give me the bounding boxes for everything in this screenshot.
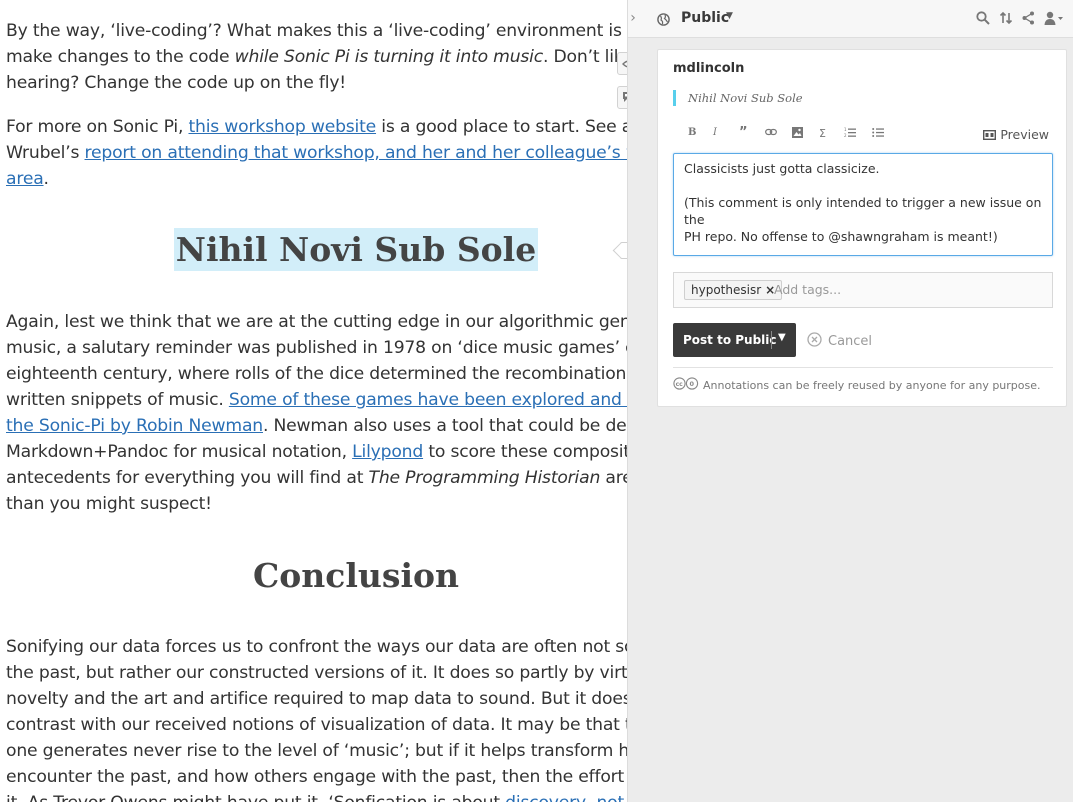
cancel-icon <box>807 332 822 351</box>
globe-icon <box>657 11 670 30</box>
editor-blank-line <box>684 177 1042 194</box>
dice-games-link[interactable]: Some of these games have been explored a… <box>229 390 650 410</box>
preview-icon <box>983 128 997 143</box>
tags-input-box[interactable]: hypothesisr × Add tags... <box>673 272 1053 308</box>
text-line: the past, but rather our constructed ver… <box>6 663 650 683</box>
tag-label: hypothesisr <box>691 283 762 297</box>
text-line: Again, lest we think that we are at the … <box>6 312 650 332</box>
italic-button[interactable]: I <box>713 127 717 138</box>
text-line: eighteenth century, where rolls of the d… <box>6 364 650 384</box>
text-line: one generates never rise to the level of… <box>6 741 650 761</box>
svg-text:1: 1 <box>844 127 847 132</box>
text-line: is a good place to start. See also Laura <box>381 117 650 137</box>
creative-commons-icon[interactable]: cc 0 <box>673 377 699 393</box>
tags-input[interactable]: Add tags... <box>774 282 841 297</box>
text-line: than you might suspect! <box>6 494 212 514</box>
editor-line: Classicists just gotta classicize. <box>684 161 880 176</box>
paragraph: By the way, ‘live-coding’? What makes th… <box>6 18 650 96</box>
annotation-username[interactable]: mdlincoln <box>673 61 744 76</box>
bullet-list-icon[interactable] <box>872 127 884 141</box>
text-line: . Newman also uses a tool that could be … <box>262 416 650 436</box>
post-button-divider <box>771 331 772 349</box>
svg-text:0: 0 <box>690 380 695 388</box>
top-bar-actions <box>976 9 1064 29</box>
paragraph: For more on Sonic Pi, this workshop webs… <box>6 114 650 192</box>
post-button[interactable]: Post to Public ▼ <box>673 323 796 357</box>
editor-toolbar: B I ” Σ 12 Preview <box>673 123 1053 147</box>
article-content: By the way, ‘live-coding’? What makes th… <box>0 0 650 802</box>
caret-down-icon[interactable]: ▼ <box>778 332 786 343</box>
user-icon[interactable] <box>1044 10 1064 29</box>
text-line: it. As Trevor Owens might have put it, ‘… <box>6 793 505 802</box>
text-line: Markdown+Pandoc for musical notation, <box>6 442 353 462</box>
text-line: novelty and the art and artifice require… <box>6 689 650 709</box>
paragraph: Again, lest we think that we are at the … <box>6 309 650 517</box>
text-line: written snippets of music. <box>6 390 229 410</box>
license-text: Annotations can be freely reused by anyo… <box>703 378 1041 392</box>
text-line: By the way, ‘live-coding’? What makes th… <box>6 21 650 41</box>
paragraph: Sonifying our data forces us to confront… <box>6 634 650 802</box>
text-line: contrast with our received notions of vi… <box>6 715 650 735</box>
text-line: hearing? Change the code up on the fly! <box>6 73 346 93</box>
text-line: For more on Sonic Pi, <box>6 117 189 137</box>
share-icon[interactable] <box>1022 10 1035 29</box>
image-icon[interactable] <box>792 127 803 141</box>
search-icon[interactable] <box>976 10 990 29</box>
cancel-label: Cancel <box>828 334 873 349</box>
post-button-label: Post to Public <box>683 333 777 347</box>
italic-text: while Sonic Pi is turning it into music <box>234 47 544 67</box>
caret-down-icon[interactable]: ▼ <box>726 11 733 21</box>
dice-games-link-continued[interactable]: the Sonic-Pi by Robin Newman <box>6 416 263 436</box>
section-heading: Nihil Novi Sub Sole <box>0 224 650 276</box>
text-line: antecedents for everything you will find… <box>6 468 369 488</box>
report-link[interactable]: report on attending that workshop, and h… <box>85 143 650 163</box>
bold-button[interactable]: B <box>688 127 696 138</box>
text-line: music, a salutary reminder was published… <box>6 338 650 358</box>
editor-line: (This comment is only intended to trigge… <box>684 195 1042 227</box>
math-button[interactable]: Σ <box>819 127 826 140</box>
editor-line: PH repo. No offense to @shawngraham is m… <box>684 229 998 244</box>
annotation-text-editor[interactable]: Classicists just gotta classicize. (This… <box>673 153 1053 256</box>
italic-text: The Programming Historian <box>368 468 601 488</box>
report-link-continued[interactable]: area <box>6 169 44 189</box>
quote-button[interactable]: ” <box>739 125 748 140</box>
svg-text:cc: cc <box>676 381 684 388</box>
sidebar-top-bar: › Public ▼ <box>628 0 1073 38</box>
cancel-button[interactable]: Cancel <box>807 332 872 351</box>
sort-icon[interactable] <box>999 10 1013 29</box>
scope-selector[interactable]: Public <box>681 10 729 26</box>
svg-text:2: 2 <box>844 133 847 138</box>
numbered-list-icon[interactable]: 12 <box>844 127 856 141</box>
text-line: Sonifying our data forces us to confront… <box>6 637 650 657</box>
annotation-quote: Nihil Novi Sub Sole <box>673 90 803 106</box>
lilypond-link[interactable]: Lilypond <box>352 442 423 462</box>
text-line: make changes to the code <box>6 47 235 67</box>
workshop-link[interactable]: this workshop website <box>188 117 376 137</box>
link-icon[interactable] <box>765 128 777 139</box>
preview-button[interactable]: Preview <box>983 127 1049 143</box>
text-line: encounter the past, and how others engag… <box>6 767 650 787</box>
highlighted-heading[interactable]: Nihil Novi Sub Sole <box>173 228 539 271</box>
preview-label: Preview <box>1000 127 1049 142</box>
section-heading: Conclusion <box>252 556 459 595</box>
chevron-right-icon[interactable]: › <box>628 10 638 26</box>
text-line: . <box>43 169 49 189</box>
license-notice: cc 0 Annotations can be freely reused by … <box>673 377 1041 393</box>
annotation-card: mdlincoln Nihil Novi Sub Sole B I ” Σ 12… <box>657 49 1067 407</box>
divider <box>673 367 1053 368</box>
text-line: Wrubel’s <box>6 143 85 163</box>
text-line: to score these compositions. The <box>428 442 650 462</box>
tag-chip: hypothesisr × <box>684 280 783 300</box>
